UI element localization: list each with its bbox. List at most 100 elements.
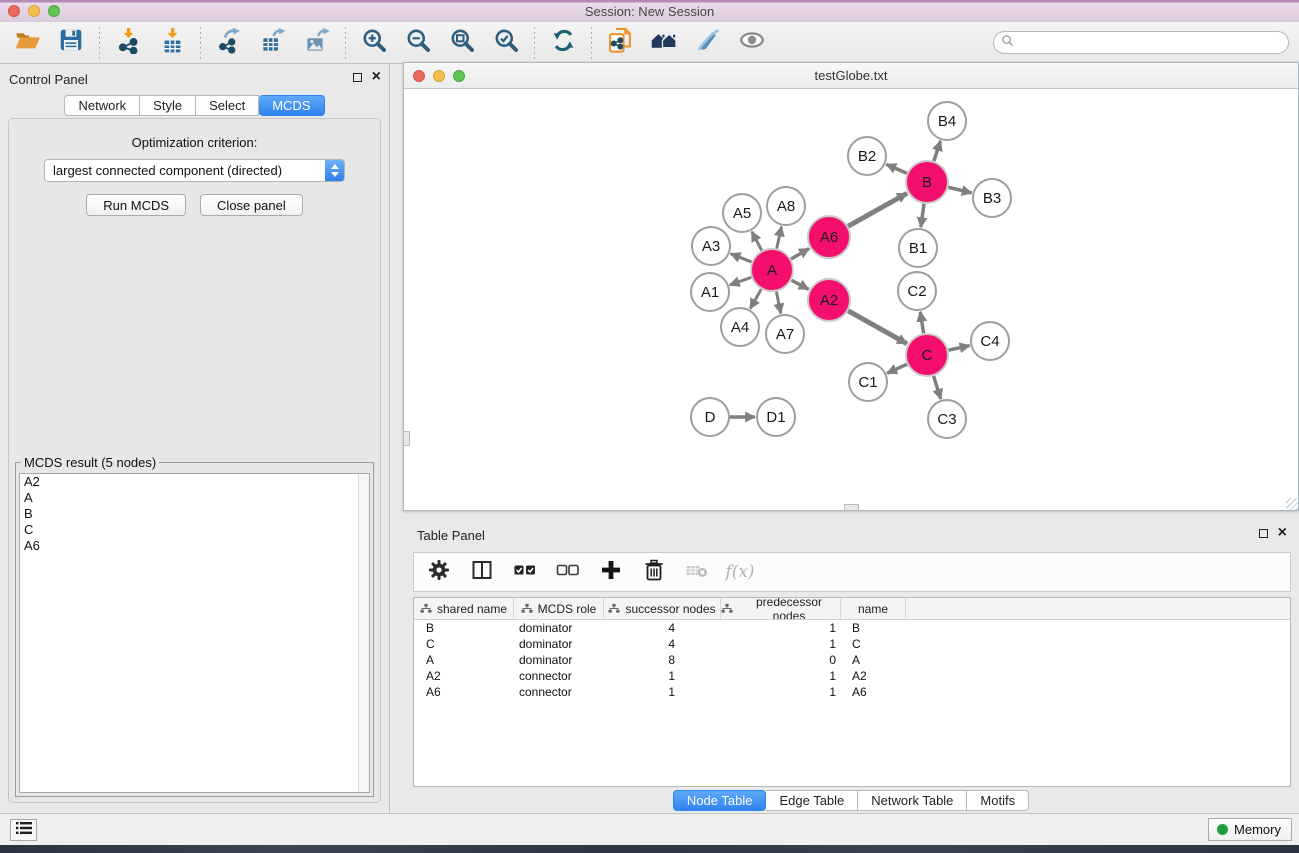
column-header-mcds-role[interactable]: MCDS role xyxy=(514,598,604,619)
column-header-shared-name[interactable]: shared name xyxy=(414,598,514,619)
column-settings-button[interactable] xyxy=(426,559,452,585)
table-cell[interactable]: 0 xyxy=(721,653,841,667)
table-row[interactable]: Bdominator41B xyxy=(414,620,1290,636)
edge-A-A5[interactable] xyxy=(752,232,762,251)
close-panel-icon[interactable]: × xyxy=(372,71,381,83)
result-item[interactable]: C xyxy=(20,522,369,538)
show-columns-button[interactable] xyxy=(469,559,495,585)
float-table-panel-icon[interactable] xyxy=(1259,529,1268,538)
zoom-selected-button[interactable] xyxy=(491,28,521,58)
table-cell[interactable]: 1 xyxy=(604,669,721,683)
table-cell[interactable]: connector xyxy=(514,685,604,699)
edge-A-A3[interactable] xyxy=(731,254,752,262)
edge-B-B2[interactable] xyxy=(886,164,907,173)
table-cell[interactable]: A2 xyxy=(841,669,906,683)
tab-motifs[interactable]: Motifs xyxy=(967,790,1029,811)
table-row[interactable]: A2connector11A2 xyxy=(414,668,1290,684)
edge-B-B3[interactable] xyxy=(948,187,971,193)
result-item[interactable]: A2 xyxy=(20,474,369,490)
zoom-in-button[interactable] xyxy=(359,28,389,58)
table-row[interactable]: Adominator80A xyxy=(414,652,1290,668)
result-item[interactable]: A xyxy=(20,490,369,506)
table-cell[interactable]: 1 xyxy=(721,621,841,635)
tab-mcds[interactable]: MCDS xyxy=(259,95,324,116)
float-panel-icon[interactable] xyxy=(353,73,362,82)
table-cell[interactable]: C xyxy=(414,637,514,651)
search-input[interactable] xyxy=(1018,36,1288,50)
criterion-select[interactable]: largest connected component (directed) xyxy=(44,159,345,182)
table-cell[interactable]: B xyxy=(414,621,514,635)
table-cell[interactable]: dominator xyxy=(514,621,604,635)
delete-row-button[interactable] xyxy=(641,559,667,585)
deselect-all-button[interactable] xyxy=(555,559,581,585)
table-cell[interactable]: A xyxy=(841,653,906,667)
table-cell[interactable]: A6 xyxy=(841,685,906,699)
table-cell[interactable]: C xyxy=(841,637,906,651)
table-row[interactable]: A6connector11A6 xyxy=(414,684,1290,700)
tab-edge-table[interactable]: Edge Table xyxy=(766,790,858,811)
table-cell[interactable]: connector xyxy=(514,669,604,683)
add-row-button[interactable] xyxy=(598,559,624,585)
tab-style[interactable]: Style xyxy=(140,95,196,116)
import-table-button[interactable] xyxy=(157,28,187,58)
column-header-successor-nodes[interactable]: successor nodes xyxy=(604,598,721,619)
column-header-name[interactable]: name xyxy=(841,598,906,619)
table-cell[interactable]: 4 xyxy=(604,637,721,651)
tab-network[interactable]: Network xyxy=(64,95,140,116)
first-neighbors-button[interactable] xyxy=(649,28,679,58)
close-table-panel-icon[interactable]: × xyxy=(1278,527,1287,539)
network-window-titlebar[interactable]: testGlobe.txt xyxy=(404,63,1298,89)
table-cell[interactable]: A xyxy=(414,653,514,667)
edge-C-C3[interactable] xyxy=(934,376,941,399)
edge-A6-B[interactable] xyxy=(848,193,907,226)
network-canvas[interactable]: AA1A2A3A4A5A6A7A8BB1B2B3B4CC1C2C3C4DD1 xyxy=(404,89,1298,510)
table-cell[interactable]: dominator xyxy=(514,653,604,667)
table-cell[interactable]: 1 xyxy=(721,637,841,651)
table-cell[interactable]: 1 xyxy=(721,685,841,699)
edge-A-A2[interactable] xyxy=(791,280,808,289)
table-cell[interactable]: 1 xyxy=(721,669,841,683)
birds-eye-toggle-left[interactable] xyxy=(403,431,410,446)
export-table-button[interactable] xyxy=(258,28,288,58)
resize-grip-icon[interactable] xyxy=(1286,498,1298,510)
delete-table-button[interactable] xyxy=(684,559,710,585)
table-cell[interactable]: A6 xyxy=(414,685,514,699)
zoom-out-button[interactable] xyxy=(403,28,433,58)
zoom-fit-button[interactable] xyxy=(447,28,477,58)
table-cell[interactable]: 4 xyxy=(604,621,721,635)
birds-eye-toggle-bottom[interactable] xyxy=(844,504,859,511)
tab-network-table[interactable]: Network Table xyxy=(858,790,967,811)
edge-C-C1[interactable] xyxy=(887,364,907,373)
result-item[interactable]: B xyxy=(20,506,369,522)
edge-C-C2[interactable] xyxy=(920,312,923,334)
node-table[interactable]: shared nameMCDS rolesuccessor nodesprede… xyxy=(413,597,1291,787)
function-builder-button[interactable]: f(x) xyxy=(727,559,753,585)
command-panel-button[interactable] xyxy=(10,819,37,841)
edge-A-A6[interactable] xyxy=(791,249,809,259)
open-file-button[interactable] xyxy=(12,28,42,58)
edge-C-C4[interactable] xyxy=(948,346,969,351)
mcds-result-list[interactable]: A2ABCA6 xyxy=(19,473,370,793)
table-row[interactable]: Cdominator41C xyxy=(414,636,1290,652)
result-item[interactable]: A6 xyxy=(20,538,369,554)
table-cell[interactable]: dominator xyxy=(514,637,604,651)
run-mcds-button[interactable]: Run MCDS xyxy=(86,194,186,216)
edge-B-B1[interactable] xyxy=(921,204,924,227)
edge-A-A8[interactable] xyxy=(777,227,782,249)
edge-B-B4[interactable] xyxy=(934,141,941,161)
tab-select[interactable]: Select xyxy=(196,95,259,116)
close-panel-button[interactable]: Close panel xyxy=(200,194,303,216)
table-cell[interactable]: A2 xyxy=(414,669,514,683)
search-field[interactable] xyxy=(993,31,1289,54)
select-all-button[interactable] xyxy=(512,559,538,585)
apply-layout-button[interactable] xyxy=(548,28,578,58)
memory-button[interactable]: Memory xyxy=(1208,818,1292,841)
export-image-button[interactable] xyxy=(302,28,332,58)
edge-A-A7[interactable] xyxy=(776,292,780,314)
import-network-button[interactable] xyxy=(113,28,143,58)
edge-A-A4[interactable] xyxy=(750,289,761,309)
new-network-from-selection-button[interactable] xyxy=(605,28,635,58)
result-scrollbar[interactable] xyxy=(358,474,369,792)
edge-A2-C[interactable] xyxy=(848,311,907,344)
table-cell[interactable]: B xyxy=(841,621,906,635)
